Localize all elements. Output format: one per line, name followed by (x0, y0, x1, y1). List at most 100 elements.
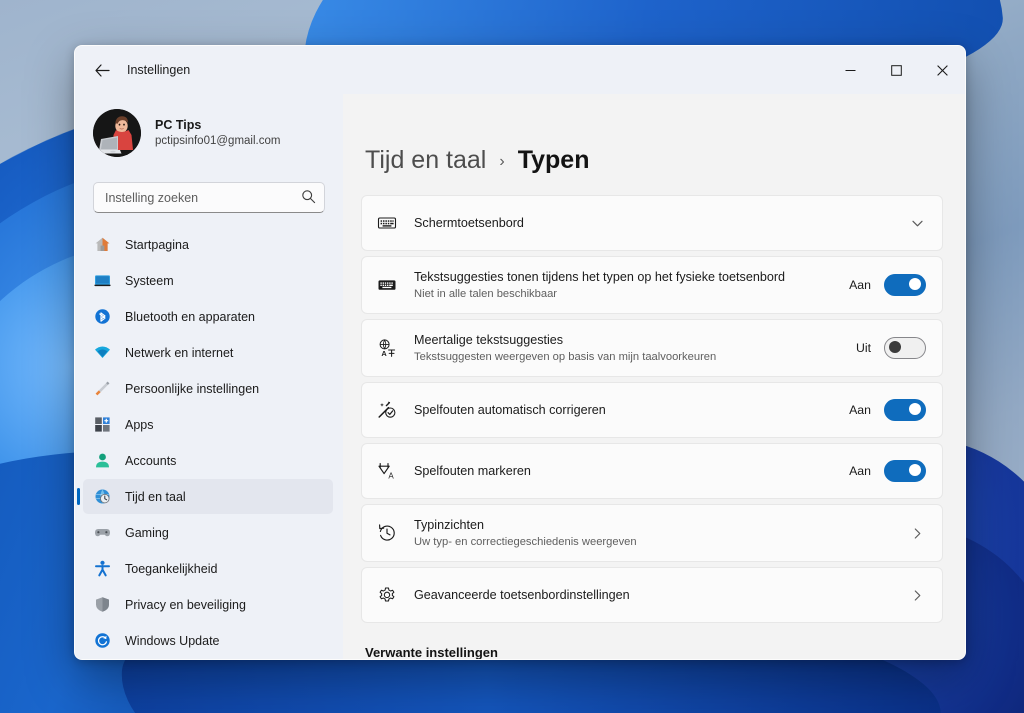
search-wrapper (93, 182, 325, 213)
card-text: Meertalige tekstsuggesties Tekstsuggeste… (414, 332, 844, 365)
toggle-state-label: Aan (849, 403, 871, 417)
sidebar-item-accounts[interactable]: Accounts (83, 443, 333, 478)
bluetooth-icon (93, 308, 111, 326)
sidebar-item-label: Gaming (125, 525, 169, 540)
paintbrush-icon (93, 380, 111, 398)
accessibility-icon (93, 560, 111, 578)
settings-window: Instellingen PC Tips pctipsinfo01@gmail.… (74, 45, 966, 660)
setting-card-geavanceerde-toetsenbordinstellingen[interactable]: Geavanceerde toetsenbordinstellingen (361, 567, 943, 623)
sidebar-item-label: Persoonlijke instellingen (125, 381, 260, 396)
window-controls (827, 46, 965, 94)
maximize-button[interactable] (873, 46, 919, 94)
toggle-knob (909, 464, 921, 476)
avatar (93, 109, 141, 157)
spellcheck-icon: A (376, 460, 398, 482)
search-input[interactable] (93, 182, 325, 213)
card-title: Spelfouten automatisch corrigeren (414, 402, 606, 417)
breadcrumb-parent[interactable]: Tijd en taal (365, 146, 486, 175)
card-subtitle: Uw typ- en correctiegeschiedenis weergev… (414, 535, 637, 548)
toggle-state-label: Aan (849, 278, 871, 292)
sidebar-item-bluetooth[interactable]: Bluetooth en apparaten (83, 299, 333, 334)
sidebar-item-startpagina[interactable]: Startpagina (83, 227, 333, 262)
account-email: pctipsinfo01@gmail.com (155, 135, 281, 148)
setting-card-typinzichten[interactable]: Typinzichten Uw typ- en correctiegeschie… (361, 504, 943, 562)
toggle-state-label: Aan (849, 464, 871, 478)
sidebar-item-systeem[interactable]: Systeem (83, 263, 333, 298)
page-title: Typen (517, 146, 590, 174)
account-text: PC Tips pctipsinfo01@gmail.com (155, 117, 280, 149)
sidebar-item-windows-update[interactable]: Windows Update (83, 623, 333, 658)
chevron-right-icon[interactable] (908, 589, 926, 602)
sidebar-item-tijd-en-taal[interactable]: Tijd en taal (77, 479, 333, 514)
sidebar-item-apps[interactable]: Apps (83, 407, 333, 442)
setting-card-autocorrect[interactable]: Spelfouten automatisch corrigeren Aan (361, 382, 943, 438)
related-settings-heading: Verwante instellingen (365, 645, 498, 659)
toggle-autocorrect[interactable] (884, 399, 926, 421)
globe-language-icon: A (376, 337, 398, 359)
system-monitor-icon (93, 272, 111, 290)
chevron-right-icon[interactable] (908, 527, 926, 540)
sidebar-item-persoonlijke-instellingen[interactable]: Persoonlijke instellingen (83, 371, 333, 406)
card-title: Geavanceerde toetsenbordinstellingen (414, 587, 630, 602)
setting-card-meertalige-tekstsuggesties[interactable]: A Meertalige tekstsuggesties Tekstsugges… (361, 319, 943, 377)
sidebar-item-label: Startpagina (125, 237, 189, 252)
sidebar-item-netwerk[interactable]: Netwerk en internet (83, 335, 333, 370)
window-body: PC Tips pctipsinfo01@gmail.com Instellin… (75, 94, 965, 659)
shield-icon (93, 596, 111, 614)
toggle-knob (909, 278, 921, 290)
setting-card-schermtoetsenbord[interactable]: Schermtoetsenbord (361, 195, 943, 251)
update-refresh-icon (93, 632, 111, 650)
sidebar-item-label: Bluetooth en apparaten (125, 309, 255, 324)
wifi-icon (93, 344, 111, 362)
toggle-spelfouten-markeren[interactable] (884, 460, 926, 482)
setting-card-tekstsuggesties[interactable]: Tekstsuggesties tonen tijdens het typen … (361, 256, 943, 314)
card-text: Spelfouten automatisch corrigeren (414, 402, 837, 419)
sidebar: PC Tips pctipsinfo01@gmail.com Instellin… (75, 94, 343, 659)
close-icon (936, 64, 948, 76)
minimize-button[interactable] (827, 46, 873, 94)
card-control (908, 527, 926, 540)
sidebar-item-gaming[interactable]: Gaming (83, 515, 333, 550)
card-control: Aan (849, 274, 926, 296)
sidebar-item-label: Tijd en taal (125, 489, 186, 504)
setting-card-spelfouten-markeren[interactable]: A Spelfouten markeren Aan (361, 443, 943, 499)
back-arrow-icon (94, 63, 110, 77)
card-title: Typinzichten (414, 517, 485, 532)
card-control: Aan (849, 399, 926, 421)
person-icon (93, 452, 111, 470)
card-control: Uit (856, 337, 926, 359)
toggle-knob (889, 341, 901, 353)
close-button[interactable] (919, 46, 965, 94)
card-control: Aan (849, 460, 926, 482)
apps-grid-icon (93, 416, 111, 434)
card-control (908, 589, 926, 602)
back-button[interactable] (85, 55, 119, 85)
toggle-tekstsuggesties[interactable] (884, 274, 926, 296)
history-clock-icon (376, 522, 398, 544)
account-block[interactable]: PC Tips pctipsinfo01@gmail.com (75, 94, 343, 162)
card-text: Geavanceerde toetsenbordinstellingen (414, 587, 896, 604)
chevron-down-icon[interactable] (908, 217, 926, 230)
sidebar-item-privacy[interactable]: Privacy en beveiliging (83, 587, 333, 622)
sidebar-item-label: Systeem (125, 273, 174, 288)
toggle-knob (909, 403, 921, 415)
sidebar-item-label: Accounts (125, 453, 177, 468)
svg-text:A: A (381, 349, 387, 358)
gamepad-icon (93, 524, 111, 542)
breadcrumb-separator: › (499, 152, 505, 170)
maximize-icon (890, 64, 902, 76)
card-title: Schermtoetsenbord (414, 215, 524, 230)
clock-globe-icon (93, 488, 111, 506)
breadcrumb: Tijd en taal › Typen (361, 94, 943, 195)
toggle-state-label: Uit (855, 341, 871, 355)
card-control (908, 217, 926, 230)
toggle-meertalige-tekstsuggesties[interactable] (884, 337, 926, 359)
card-text: Tekstsuggesties tonen tijdens het typen … (414, 269, 837, 302)
sidebar-item-toegankelijkheid[interactable]: Toegankelijkheid (83, 551, 333, 586)
svg-text:A: A (388, 472, 394, 481)
magic-wand-icon (376, 399, 398, 421)
sidebar-item-label: Windows Update (125, 633, 220, 648)
home-icon (93, 236, 111, 254)
keyboard-outline-icon (376, 212, 398, 234)
card-text: Spelfouten markeren (414, 463, 837, 480)
